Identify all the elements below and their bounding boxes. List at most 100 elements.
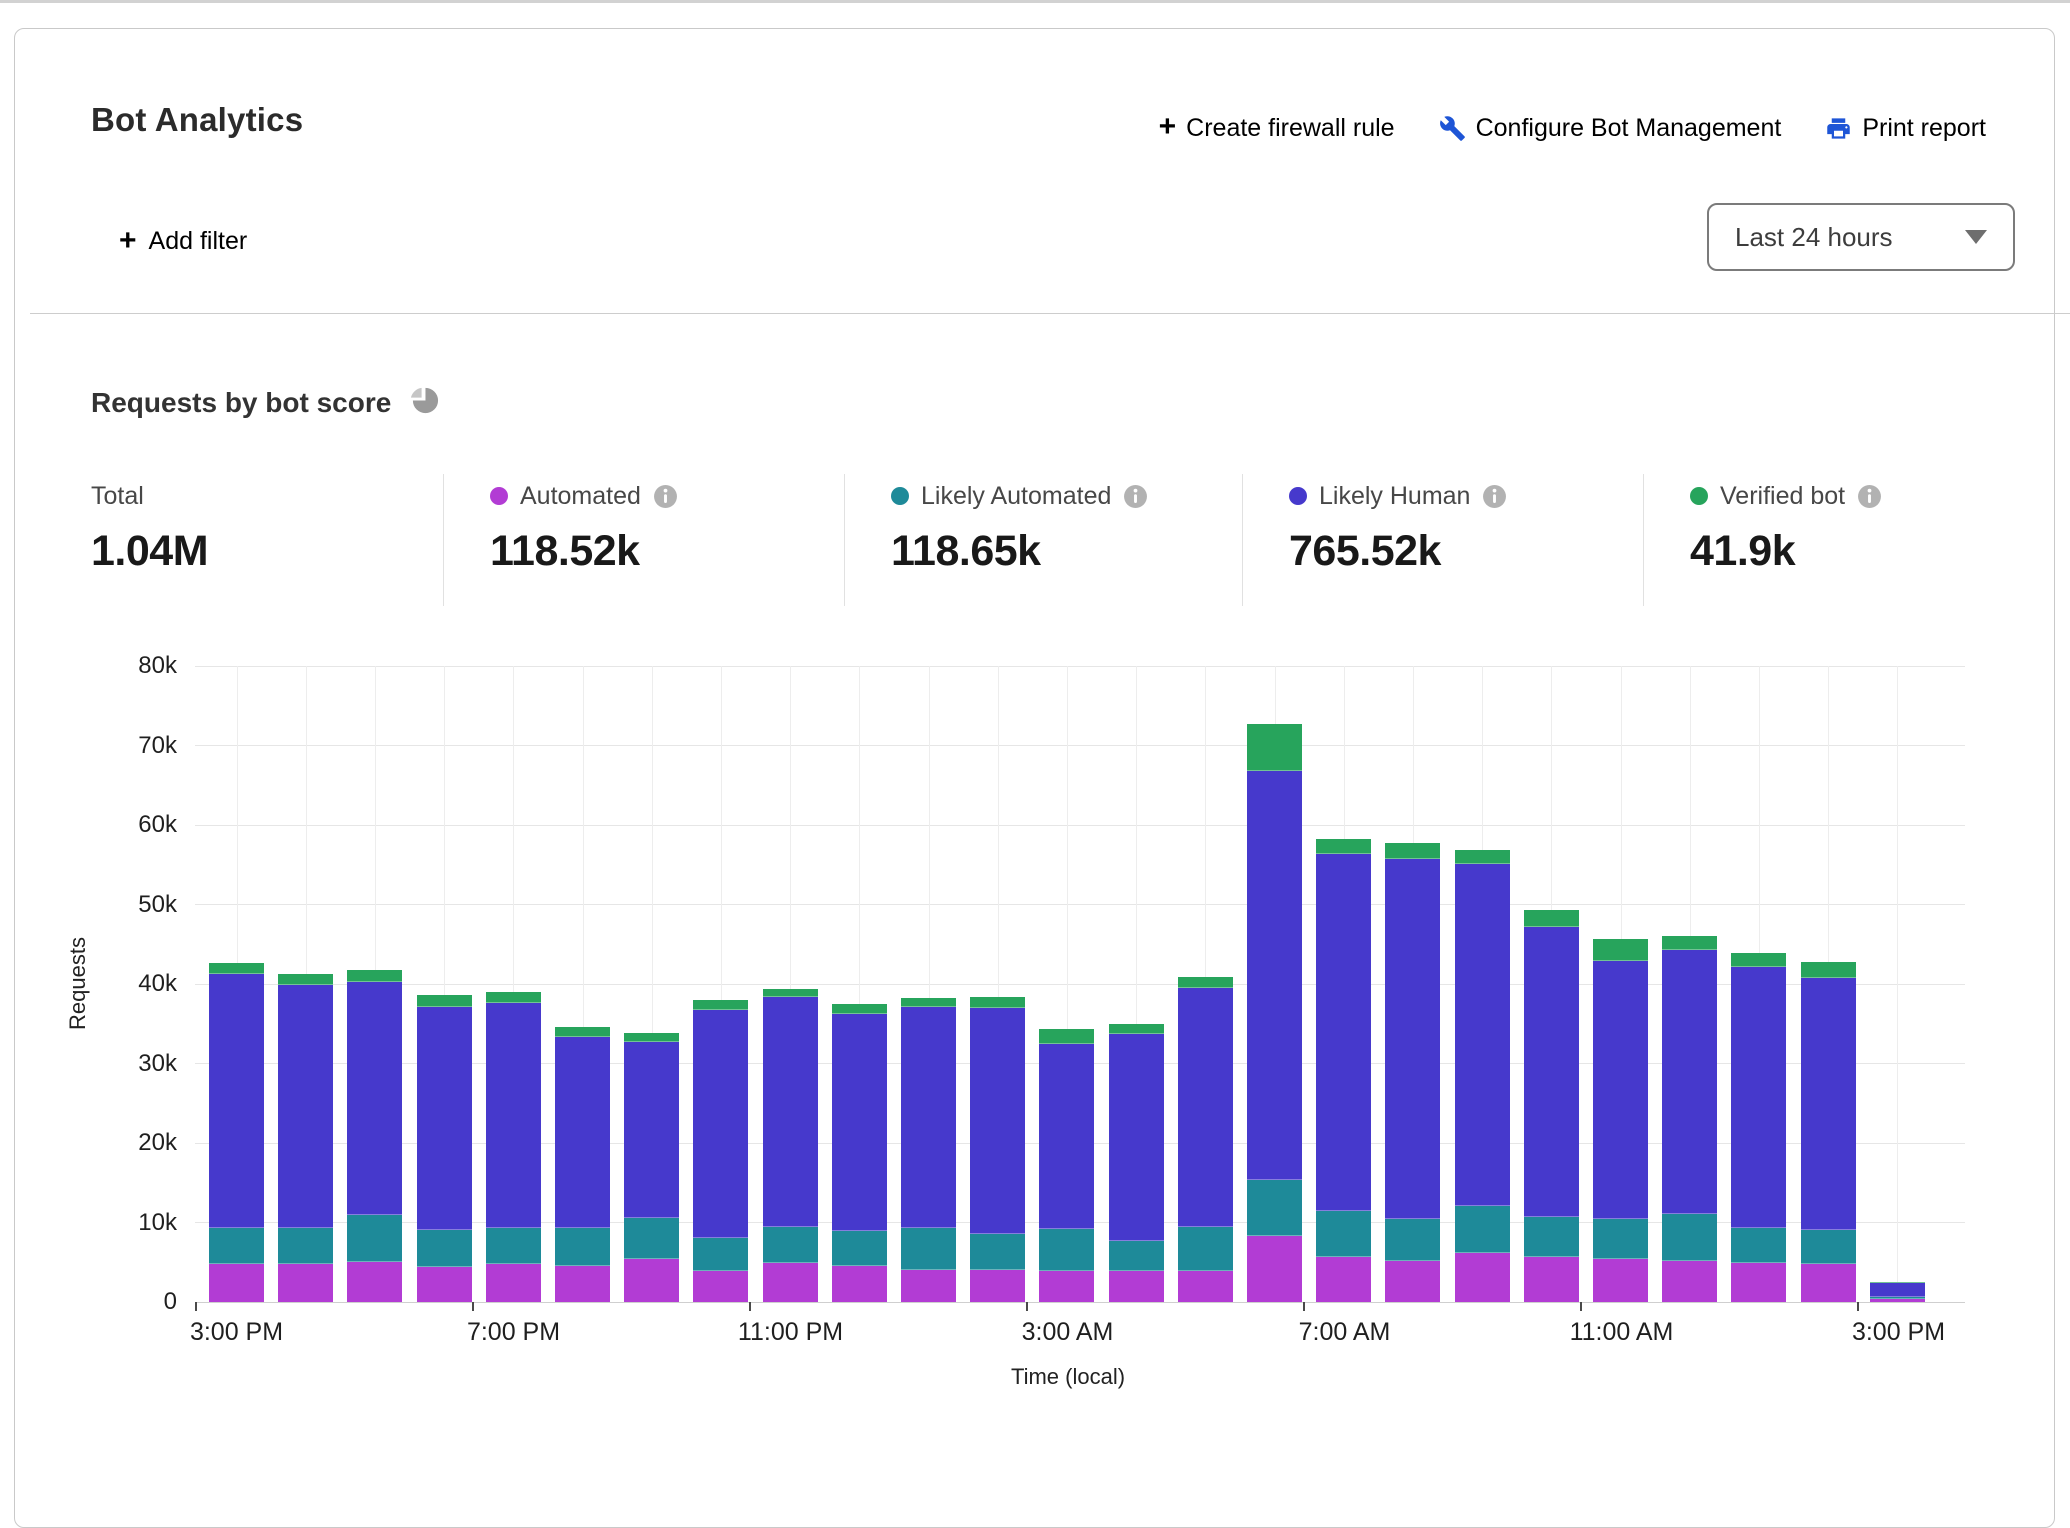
bar-segment-automated[interactable] [417,1267,472,1302]
bar-segment-likely-automated[interactable] [486,1228,541,1264]
bar-6-00-am[interactable] [1247,724,1302,1302]
bar-segment-likely-automated[interactable] [209,1228,264,1264]
bar-11-00-pm[interactable] [763,989,818,1302]
bar-segment-automated[interactable] [1801,1264,1856,1302]
bar-segment-likely-automated[interactable] [901,1228,956,1270]
bar-8-00-am[interactable] [1385,843,1440,1303]
stat-automated[interactable]: Automated 118.52k [490,479,678,576]
bar-segment-verified-bot[interactable] [832,1004,887,1014]
bar-segment-likely-human[interactable] [1731,967,1786,1228]
bar-3-00-am[interactable] [1039,1029,1094,1302]
info-icon[interactable] [653,484,678,509]
bar-segment-likely-human[interactable] [486,1003,541,1228]
bar-segment-likely-automated[interactable] [278,1228,333,1264]
bar-segment-verified-bot[interactable] [347,970,402,983]
bar-segment-verified-bot[interactable] [278,974,333,984]
bar-segment-likely-human[interactable] [278,985,333,1228]
bar-segment-likely-automated[interactable] [1109,1241,1164,1271]
bar-segment-automated[interactable] [1731,1263,1786,1302]
bar-segment-likely-automated[interactable] [1870,1297,1925,1299]
bar-segment-verified-bot[interactable] [1870,1282,1925,1283]
bar-2-00-pm[interactable] [1801,962,1856,1302]
bar-4-00-am[interactable] [1109,1024,1164,1302]
bar-segment-verified-bot[interactable] [486,992,541,1003]
bar-segment-verified-bot[interactable] [970,997,1025,1008]
bar-segment-automated[interactable] [1039,1271,1094,1302]
bar-segment-verified-bot[interactable] [1039,1029,1094,1043]
bar-segment-verified-bot[interactable] [1593,939,1648,961]
bar-segment-automated[interactable] [970,1270,1025,1302]
bar-segment-likely-human[interactable] [970,1008,1025,1234]
bar-segment-likely-automated[interactable] [763,1227,818,1263]
bar-segment-verified-bot[interactable] [1524,910,1579,927]
bar-segment-likely-automated[interactable] [1662,1214,1717,1261]
bar-segment-likely-automated[interactable] [1039,1229,1094,1271]
bar-3-00-pm[interactable] [209,963,264,1302]
bar-segment-likely-human[interactable] [693,1010,748,1238]
bar-segment-automated[interactable] [1316,1257,1371,1302]
bar-segment-verified-bot[interactable] [624,1033,679,1042]
bar-6-00-pm[interactable] [417,995,472,1302]
add-filter-button[interactable]: + Add filter [91,209,275,274]
bar-segment-automated[interactable] [624,1259,679,1302]
bar-segment-likely-automated[interactable] [624,1218,679,1259]
bar-segment-automated[interactable] [1870,1299,1925,1302]
info-icon[interactable] [1482,484,1507,509]
bar-2-00-am[interactable] [970,997,1025,1302]
bar-segment-verified-bot[interactable] [1109,1024,1164,1034]
bar-segment-automated[interactable] [832,1266,887,1302]
bar-segment-automated[interactable] [1455,1253,1510,1302]
bar-segment-likely-human[interactable] [1870,1283,1925,1298]
bar-segment-likely-human[interactable] [624,1042,679,1218]
bar-segment-likely-human[interactable] [1247,771,1302,1180]
bar-7-00-am[interactable] [1316,839,1371,1302]
info-icon[interactable] [1857,484,1882,509]
bar-segment-automated[interactable] [1109,1271,1164,1302]
bar-segment-verified-bot[interactable] [763,989,818,997]
bar-4-00-pm[interactable] [278,974,333,1302]
bar-segment-verified-bot[interactable] [1316,839,1371,853]
bar-segment-likely-human[interactable] [832,1014,887,1231]
bar-segment-verified-bot[interactable] [555,1027,610,1037]
bar-10-00-pm[interactable] [693,1000,748,1302]
bar-segment-likely-human[interactable] [347,982,402,1214]
bar-segment-likely-human[interactable] [1662,950,1717,1214]
bar-segment-likely-automated[interactable] [1247,1180,1302,1236]
bar-segment-likely-human[interactable] [1316,854,1371,1211]
bar-segment-likely-human[interactable] [1801,978,1856,1231]
bar-3-00-pm[interactable] [1870,1282,1925,1302]
bar-11-00-am[interactable] [1593,939,1648,1302]
bar-segment-likely-automated[interactable] [1593,1219,1648,1260]
bar-segment-likely-automated[interactable] [1385,1219,1440,1262]
bar-7-00-pm[interactable] [486,992,541,1302]
bar-1-00-pm[interactable] [1731,953,1786,1302]
bar-segment-automated[interactable] [1385,1261,1440,1302]
bar-segment-likely-automated[interactable] [970,1234,1025,1271]
bar-segment-automated[interactable] [763,1263,818,1302]
bar-segment-automated[interactable] [901,1270,956,1302]
bar-segment-likely-automated[interactable] [1524,1217,1579,1257]
bar-segment-likely-human[interactable] [1593,961,1648,1219]
bar-segment-automated[interactable] [347,1262,402,1302]
bar-segment-likely-automated[interactable] [832,1231,887,1266]
bar-segment-likely-human[interactable] [1524,927,1579,1217]
bar-segment-automated[interactable] [693,1271,748,1302]
stat-likely-automated[interactable]: Likely Automated 118.65k [891,479,1148,576]
bar-segment-likely-human[interactable] [1178,988,1233,1227]
bar-segment-likely-automated[interactable] [1316,1211,1371,1258]
bar-segment-automated[interactable] [209,1264,264,1302]
bar-segment-likely-human[interactable] [555,1037,610,1228]
bar-segment-automated[interactable] [1178,1271,1233,1302]
bar-segment-likely-automated[interactable] [1801,1230,1856,1263]
stat-verified-bot[interactable]: Verified bot 41.9k [1690,479,1882,576]
bar-segment-likely-human[interactable] [1455,864,1510,1206]
bar-segment-likely-human[interactable] [763,997,818,1228]
bar-12-00-am[interactable] [832,1004,887,1302]
bar-segment-likely-automated[interactable] [693,1238,748,1271]
bar-segment-verified-bot[interactable] [1178,977,1233,988]
stat-likely-human[interactable]: Likely Human 765.52k [1289,479,1507,576]
bar-segment-likely-human[interactable] [1039,1044,1094,1229]
bar-segment-automated[interactable] [1524,1257,1579,1302]
bar-8-00-pm[interactable] [555,1027,610,1302]
bar-segment-likely-human[interactable] [209,974,264,1228]
